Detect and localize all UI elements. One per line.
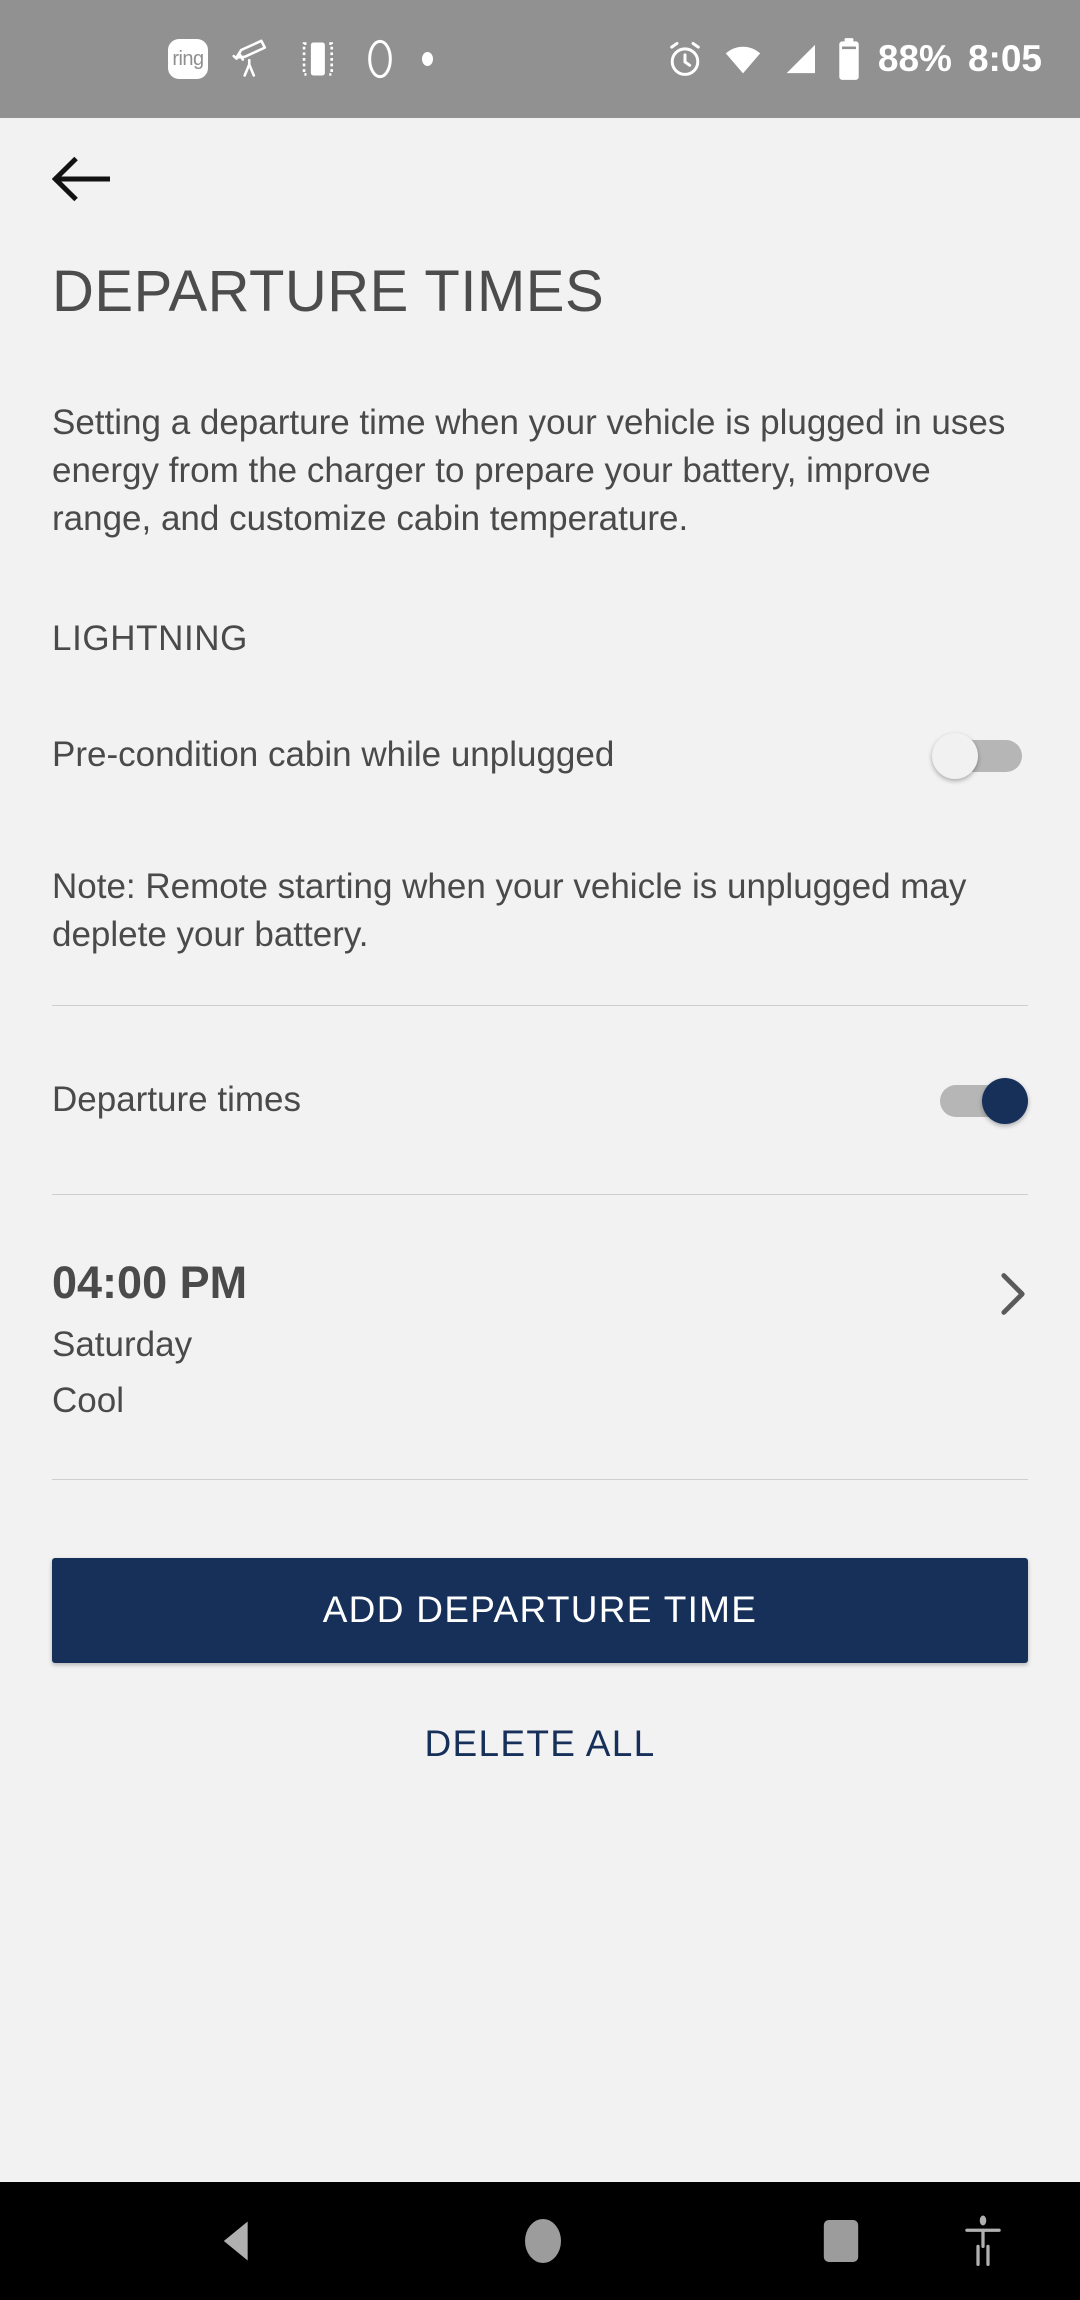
precondition-note: Note: Remote starting when your vehicle … — [52, 866, 967, 954]
departure-entry-text: 04:00 PM Saturday Cool — [52, 1257, 247, 1421]
telescope-icon — [232, 39, 267, 77]
screen-cast-icon — [302, 42, 334, 76]
system-navigation-bar — [0, 2182, 1080, 2300]
wifi-icon — [725, 46, 761, 74]
back-arrow-icon[interactable] — [52, 156, 110, 202]
add-departure-time-button[interactable]: ADD DEPARTURE TIME — [52, 1557, 1028, 1663]
status-bar: ring 88% 8:05 — [0, 0, 1080, 118]
departure-times-row[interactable]: Departure times — [52, 1052, 1028, 1148]
precondition-toggle[interactable] — [932, 731, 1028, 779]
intro-description: Setting a departure time when your vehic… — [52, 403, 1006, 538]
toggle-knob — [932, 732, 978, 779]
ring-app-icon: ring — [168, 39, 208, 79]
more-notifications-dot-icon — [422, 52, 433, 66]
toggle-knob — [982, 1077, 1028, 1124]
departure-entry-day: Saturday — [52, 1324, 193, 1364]
assistant-icon — [368, 39, 392, 79]
departure-entry-time: 04:00 PM — [52, 1256, 248, 1308]
status-bar-notification-icons: ring — [168, 37, 433, 81]
battery-percent-label: 88% — [877, 38, 952, 79]
back-button-row — [0, 118, 1080, 202]
battery-icon — [839, 38, 859, 80]
precondition-label: Pre-condition cabin while unplugged — [52, 734, 615, 774]
departure-times-label: Departure times — [52, 1079, 301, 1119]
divider-middle — [52, 1193, 1028, 1195]
section-label-lightning: LIGHTNING — [52, 618, 248, 658]
divider-top — [52, 1004, 1028, 1006]
page-content: DEPARTURE TIMES Setting a departure time… — [0, 118, 1080, 2182]
clock-label: 8:05 — [967, 38, 1042, 79]
signal-icon — [786, 44, 815, 74]
recents-nav-icon[interactable] — [820, 2215, 862, 2267]
alarm-icon — [670, 41, 700, 76]
accessibility-nav-icon[interactable] — [960, 2214, 1006, 2268]
divider-bottom — [52, 1478, 1028, 1480]
chevron-right-icon[interactable] — [998, 1271, 1028, 1317]
home-nav-icon[interactable] — [521, 2215, 565, 2267]
departure-times-toggle[interactable] — [932, 1076, 1028, 1124]
page-title: DEPARTURE TIMES — [52, 259, 605, 324]
delete-all-button[interactable]: DELETE ALL — [424, 1723, 655, 1765]
phone-screen: ring 88% 8:05 DEPARTURE TIMES Setting a … — [0, 0, 1080, 2300]
back-nav-icon[interactable] — [213, 2215, 265, 2267]
departure-entry-mode: Cool — [52, 1380, 124, 1420]
status-bar-system-icons: 88% 8:05 — [664, 37, 1042, 81]
list-item[interactable]: 04:00 PM Saturday Cool — [52, 1257, 1028, 1421]
precondition-row[interactable]: Pre-condition cabin while unplugged — [52, 707, 1028, 803]
